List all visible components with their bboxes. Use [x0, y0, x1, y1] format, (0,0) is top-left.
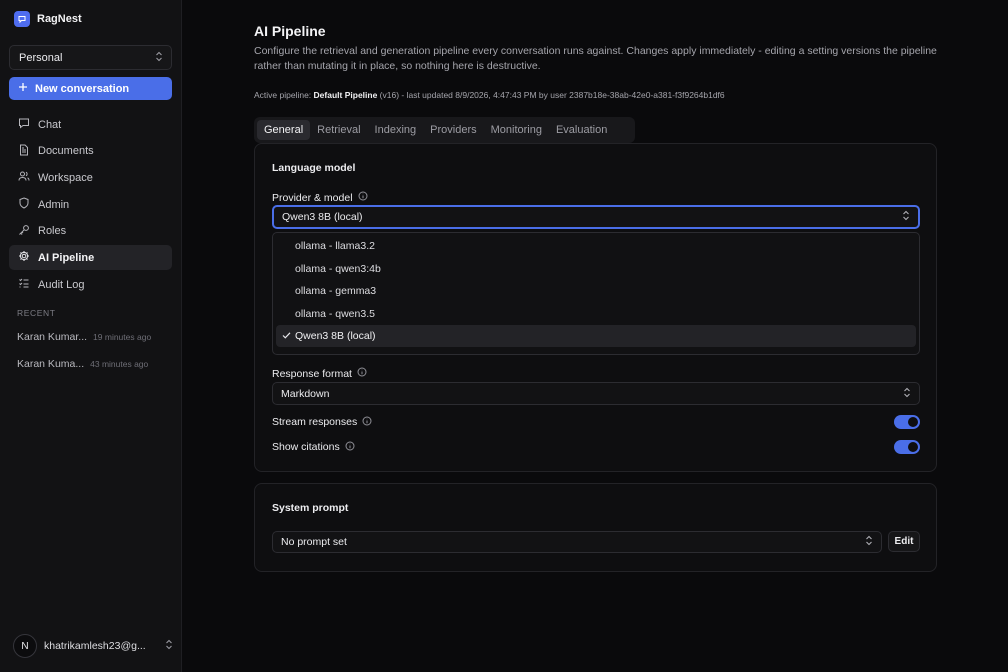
- field-label-text: Response format: [272, 367, 352, 380]
- active-pipeline-prefix: Active pipeline:: [254, 90, 312, 100]
- field-label-text: Provider & model: [272, 191, 353, 204]
- info-icon[interactable]: [345, 441, 355, 454]
- provider-model-select[interactable]: Qwen3 8B (local): [272, 205, 920, 229]
- response-format-select[interactable]: Markdown: [272, 382, 920, 405]
- sidebar-item-label: Workspace: [38, 171, 93, 184]
- select-value: Qwen3 8B (local): [282, 211, 363, 223]
- dropdown-option-selected[interactable]: Qwen3 8B (local): [276, 325, 916, 347]
- document-icon: [18, 144, 30, 159]
- info-icon[interactable]: [362, 416, 372, 429]
- show-citations-label: Show citations: [272, 441, 355, 454]
- sidebar-item-admin[interactable]: Admin: [9, 192, 172, 217]
- show-citations-toggle[interactable]: [894, 440, 920, 454]
- dropdown-option[interactable]: ollama - qwen3.5: [276, 303, 916, 325]
- dropdown-option[interactable]: ollama - llama3.2: [276, 235, 916, 257]
- tab-indexing[interactable]: Indexing: [368, 120, 424, 140]
- chevron-up-down-icon: [165, 639, 173, 653]
- card-title: System prompt: [272, 502, 349, 514]
- system-prompt-card: System prompt No prompt set Edit: [254, 483, 937, 572]
- tab-general[interactable]: General: [257, 120, 311, 140]
- system-prompt-select[interactable]: No prompt set: [272, 531, 882, 553]
- chat-logo-icon: [14, 11, 30, 27]
- recent-conversation[interactable]: Karan Kuma... 43 minutes ago: [17, 358, 148, 370]
- workspace-select[interactable]: Personal: [9, 45, 172, 70]
- chevron-up-down-icon: [865, 535, 873, 549]
- sidebar-item-label: Chat: [38, 118, 62, 131]
- chevron-up-down-icon: [903, 387, 911, 401]
- info-icon[interactable]: [358, 191, 368, 204]
- select-value: No prompt set: [281, 536, 347, 548]
- stream-responses-row: Stream responses: [272, 415, 920, 429]
- dropdown-option-label: Qwen3 8B (local): [295, 330, 376, 342]
- card-title: Language model: [272, 162, 356, 174]
- recent-conversation-time: 43 minutes ago: [90, 359, 149, 369]
- chevron-up-down-icon: [155, 51, 163, 65]
- field-label-text: Stream responses: [272, 416, 358, 428]
- provider-model-label: Provider & model: [272, 191, 368, 204]
- active-pipeline-meta: (v16) - last updated 8/9/2026, 4:47:43 P…: [377, 90, 725, 100]
- sidebar-nav: Chat Documents Workspace Admin Roles AI …: [9, 112, 172, 299]
- dropdown-option[interactable]: ollama - qwen3:4b: [276, 258, 916, 280]
- pipeline-tabs: General Retrieval Indexing Providers Mon…: [254, 117, 635, 143]
- sidebar-item-roles[interactable]: Roles: [9, 219, 172, 244]
- recent-conversation-time: 19 minutes ago: [93, 332, 152, 342]
- field-label-text: Show citations: [272, 441, 340, 453]
- page-title: AI Pipeline: [254, 23, 326, 39]
- sidebar: RagNest Personal New conversation Chat D…: [0, 0, 182, 672]
- sidebar-item-label: AI Pipeline: [38, 251, 95, 264]
- select-value: Markdown: [281, 387, 330, 400]
- response-format-label: Response format: [272, 367, 367, 380]
- sidebar-item-workspace[interactable]: Workspace: [9, 165, 172, 190]
- sidebar-item-label: Admin: [38, 198, 70, 211]
- tab-evaluation[interactable]: Evaluation: [549, 120, 614, 140]
- chevron-up-down-icon: [902, 210, 910, 224]
- active-pipeline-name: Default Pipeline: [313, 90, 378, 100]
- show-citations-row: Show citations: [272, 440, 920, 454]
- key-icon: [18, 224, 30, 239]
- brand-name: RagNest: [37, 13, 82, 25]
- check-icon: [282, 331, 291, 343]
- brand[interactable]: RagNest: [14, 11, 82, 27]
- sidebar-item-ai-pipeline[interactable]: AI Pipeline: [9, 245, 172, 271]
- user-menu[interactable]: N khatrikamlesh23@g...: [13, 633, 173, 659]
- new-conversation-button[interactable]: New conversation: [9, 77, 172, 100]
- users-icon: [18, 170, 30, 185]
- sidebar-item-documents[interactable]: Documents: [9, 139, 172, 164]
- sidebar-item-label: Documents: [38, 145, 94, 158]
- recent-heading: RECENT: [17, 308, 56, 318]
- recent-conversation-title: Karan Kumar...: [17, 331, 88, 343]
- recent-conversation[interactable]: Karan Kumar... 19 minutes ago: [17, 331, 151, 343]
- tab-retrieval[interactable]: Retrieval: [310, 120, 367, 140]
- stream-responses-toggle[interactable]: [894, 415, 920, 429]
- avatar: N: [13, 634, 37, 658]
- shield-icon: [18, 197, 30, 212]
- edit-prompt-button[interactable]: Edit: [888, 531, 920, 552]
- gear-icon: [18, 250, 30, 265]
- recent-conversation-title: Karan Kuma...: [17, 358, 85, 370]
- info-icon[interactable]: [357, 367, 367, 380]
- user-email: khatrikamlesh23@g...: [44, 640, 146, 652]
- plus-icon: [18, 82, 28, 95]
- sidebar-item-audit-log[interactable]: Audit Log: [9, 272, 172, 297]
- tab-providers[interactable]: Providers: [423, 120, 483, 140]
- sidebar-item-label: Audit Log: [38, 278, 85, 291]
- new-conversation-label: New conversation: [35, 82, 130, 95]
- stream-responses-label: Stream responses: [272, 416, 372, 429]
- list-checks-icon: [18, 277, 30, 292]
- chat-bubble-icon: [18, 117, 30, 132]
- active-pipeline-info: Active pipeline: Default Pipeline (v16) …: [254, 90, 725, 100]
- workspace-select-value: Personal: [19, 51, 63, 64]
- sidebar-item-chat[interactable]: Chat: [9, 112, 172, 137]
- page-description: Configure the retrieval and generation p…: [254, 45, 937, 72]
- language-model-card: Language model Provider & model Qwen3 8B…: [254, 143, 937, 472]
- provider-model-dropdown: ollama - llama3.2 ollama - qwen3:4b olla…: [272, 232, 920, 355]
- tab-monitoring[interactable]: Monitoring: [484, 120, 549, 140]
- sidebar-item-label: Roles: [38, 225, 67, 238]
- dropdown-option[interactable]: ollama - gemma3: [276, 280, 916, 302]
